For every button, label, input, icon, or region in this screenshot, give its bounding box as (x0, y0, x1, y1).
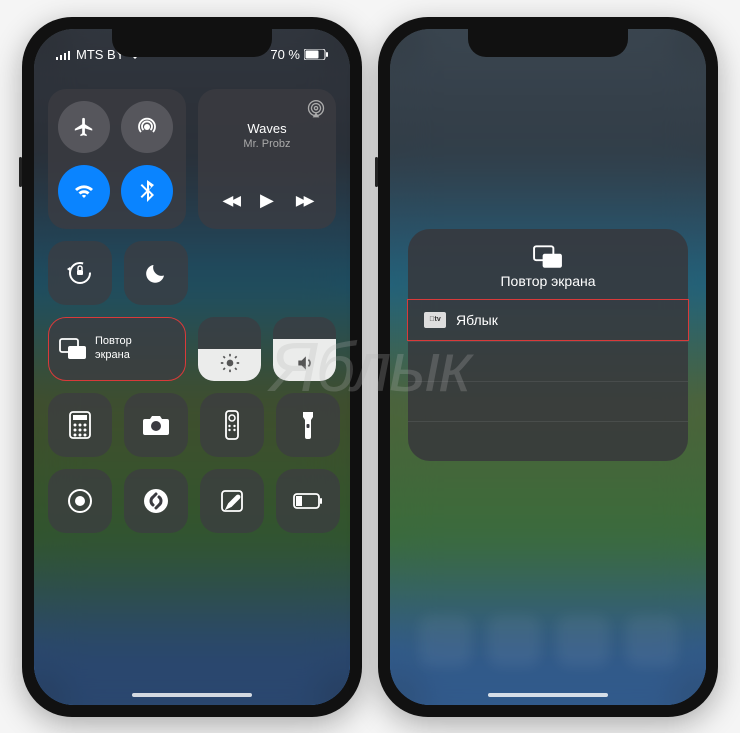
shazam-shortcut[interactable] (124, 469, 188, 533)
blurred-dock (390, 615, 706, 685)
phone-frame-left: MTS BY 70 % (22, 17, 362, 717)
screen-mirroring-panel: Повтор экрана tv Яблык (408, 229, 688, 461)
shazam-icon (142, 487, 170, 515)
calculator-icon (69, 411, 91, 439)
camera-shortcut[interactable] (124, 393, 188, 457)
moon-icon (144, 261, 168, 285)
screen-right: Повтор экрана tv Яблык (390, 29, 706, 705)
play-button[interactable]: ▶ (260, 190, 274, 211)
battery-icon (304, 49, 328, 60)
screen-mirroring-button[interactable]: Повтор экрана (48, 317, 186, 381)
empty-row (408, 341, 688, 381)
airplay-audio-icon[interactable] (306, 99, 326, 119)
remote-shortcut[interactable] (200, 393, 264, 457)
flashlight-icon (301, 411, 315, 439)
connectivity-card[interactable] (48, 89, 186, 229)
wifi-toggle[interactable] (58, 165, 110, 217)
remote-icon (225, 410, 239, 440)
airplane-icon (73, 116, 95, 138)
mirror-device-row[interactable]: tv Яблык (407, 299, 689, 341)
empty-row (408, 421, 688, 461)
phone-frame-right: Повтор экрана tv Яблык (378, 17, 718, 717)
brightness-icon (220, 353, 240, 373)
airdrop-icon (135, 115, 159, 139)
home-indicator[interactable] (132, 693, 252, 697)
bluetooth-icon (140, 180, 154, 202)
track-artist: Mr. Probz (243, 138, 290, 150)
screen-mirroring-icon (533, 245, 563, 269)
panel-title: Повтор экрана (408, 273, 688, 289)
control-center: Waves Mr. Probz ◀◀ ▶ ▶▶ (48, 89, 336, 533)
notch (468, 29, 628, 57)
screen-mirroring-icon (59, 338, 87, 360)
airplane-toggle[interactable] (58, 101, 110, 153)
empty-row (408, 381, 688, 421)
airdrop-toggle[interactable] (121, 101, 173, 153)
volume-slider[interactable] (273, 317, 336, 381)
home-indicator[interactable] (488, 693, 608, 697)
rotation-lock-icon (66, 259, 94, 287)
calculator-shortcut[interactable] (48, 393, 112, 457)
low-power-shortcut[interactable] (276, 469, 340, 533)
screen-record-shortcut[interactable] (48, 469, 112, 533)
mirror-label-2: экрана (95, 349, 132, 362)
notch (112, 29, 272, 57)
low-power-icon (293, 493, 323, 509)
next-track-button[interactable]: ▶▶ (296, 192, 312, 209)
prev-track-button[interactable]: ◀◀ (223, 192, 239, 209)
record-icon (66, 487, 94, 515)
volume-icon (295, 353, 315, 373)
screen-left: MTS BY 70 % (34, 29, 350, 705)
bluetooth-toggle[interactable] (121, 165, 173, 217)
signal-icon (56, 50, 72, 60)
device-name: Яблык (456, 312, 498, 328)
battery-percent: 70 % (270, 47, 300, 62)
rotation-lock-toggle[interactable] (48, 241, 112, 305)
note-icon (220, 489, 244, 513)
mirror-label-1: Повтор (95, 335, 132, 348)
apple-tv-icon: tv (424, 312, 446, 328)
brightness-slider[interactable] (198, 317, 261, 381)
camera-icon (142, 414, 170, 436)
track-title: Waves (243, 121, 290, 136)
dnd-toggle[interactable] (124, 241, 188, 305)
notes-shortcut[interactable] (200, 469, 264, 533)
now-playing-card[interactable]: Waves Mr. Probz ◀◀ ▶ ▶▶ (198, 89, 336, 229)
flashlight-shortcut[interactable] (276, 393, 340, 457)
wifi-icon (73, 182, 95, 200)
